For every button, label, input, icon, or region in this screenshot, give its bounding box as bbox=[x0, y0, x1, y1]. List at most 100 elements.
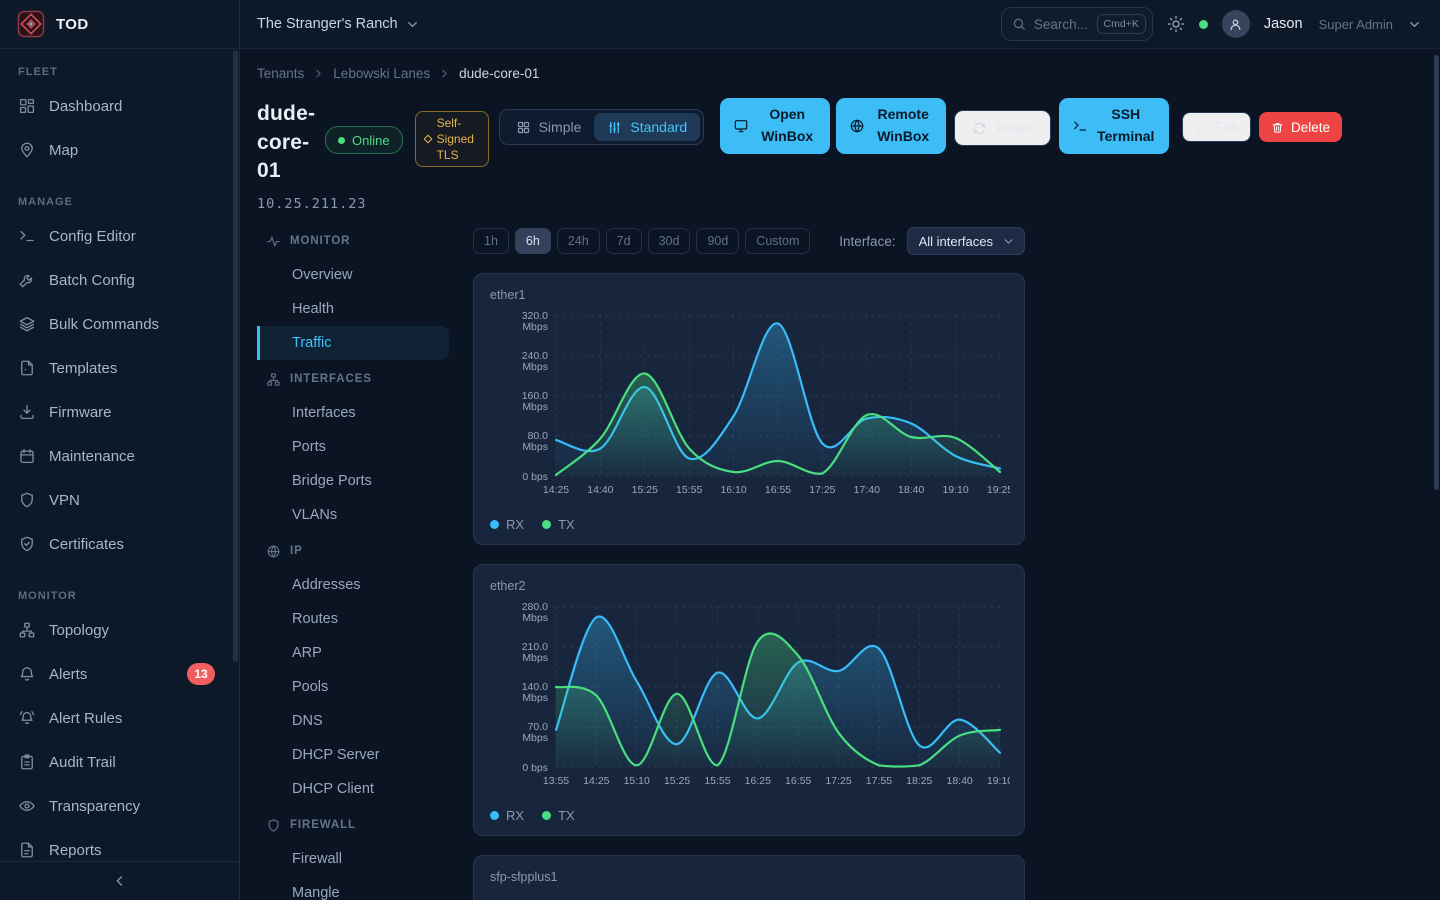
subnav-item-dhcp-server[interactable]: DHCP Server bbox=[257, 738, 449, 772]
subnav-item-bridge-ports[interactable]: Bridge Ports bbox=[257, 464, 449, 498]
edit-button[interactable]: Edit bbox=[1182, 112, 1251, 142]
subnav-item-traffic[interactable]: Traffic bbox=[257, 326, 449, 360]
time-range-6h[interactable]: 6h bbox=[515, 228, 551, 254]
remote-winbox-button[interactable]: Remote WinBox bbox=[836, 98, 946, 154]
sidebar-item-config-editor[interactable]: Config Editor bbox=[16, 214, 239, 258]
svg-text:14:25: 14:25 bbox=[543, 484, 569, 496]
online-dot-icon bbox=[338, 137, 345, 144]
ssh-terminal-button[interactable]: SSH Terminal bbox=[1059, 98, 1169, 154]
subnav-section-label: FIREWALL bbox=[290, 819, 356, 831]
user-icon bbox=[1228, 17, 1243, 32]
time-range-90d[interactable]: 90d bbox=[696, 228, 739, 254]
chart-title: ether2 bbox=[490, 579, 1008, 597]
legend-item-tx[interactable]: TX bbox=[542, 517, 575, 532]
subnav-item-vlans[interactable]: VLANs bbox=[257, 498, 449, 532]
globe-icon bbox=[266, 544, 281, 559]
shield-check-icon bbox=[18, 535, 36, 553]
subnav-item-ports[interactable]: Ports bbox=[257, 430, 449, 464]
subnav-section-interfaces: INTERFACES bbox=[257, 362, 449, 396]
svg-text:18:40: 18:40 bbox=[898, 484, 924, 496]
time-range-7d[interactable]: 7d bbox=[606, 228, 642, 254]
user-menu-chevron-icon[interactable] bbox=[1407, 17, 1422, 32]
time-range-30d[interactable]: 30d bbox=[648, 228, 691, 254]
time-range-1h[interactable]: 1h bbox=[473, 228, 509, 254]
report-icon bbox=[18, 841, 36, 859]
open-winbox-button[interactable]: Open WinBox bbox=[720, 98, 830, 154]
grid-icon bbox=[516, 120, 531, 135]
traffic-chart-plot: 280.0Mbps210.0Mbps140.0Mbps70.0Mbps0 bps… bbox=[490, 597, 1010, 797]
topology-icon bbox=[18, 621, 36, 639]
sidebar-item-label: Dashboard bbox=[49, 98, 122, 115]
button-label: Reset bbox=[996, 120, 1033, 136]
chevron-right-icon bbox=[312, 67, 325, 80]
view-mode-simple[interactable]: Simple bbox=[503, 113, 595, 141]
sidebar-item-batch-config[interactable]: Batch Config bbox=[16, 258, 239, 302]
reset-button[interactable]: Reset bbox=[954, 110, 1051, 146]
subnav-item-addresses[interactable]: Addresses bbox=[257, 568, 449, 602]
app-name: TOD bbox=[56, 16, 89, 33]
legend-dot-icon bbox=[542, 811, 551, 820]
sidebar-item-map[interactable]: Map bbox=[16, 128, 239, 172]
search-input[interactable]: Search... Cmd+K bbox=[1001, 7, 1153, 41]
subnav-item-health[interactable]: Health bbox=[257, 292, 449, 326]
sidebar-item-dashboard[interactable]: Dashboard bbox=[16, 84, 239, 128]
subnav-item-pools[interactable]: Pools bbox=[257, 670, 449, 704]
content-row: MONITOROverviewHealthTrafficINTERFACESIn… bbox=[257, 222, 1416, 900]
subnav-item-arp[interactable]: ARP bbox=[257, 636, 449, 670]
sidebar-item-certificates[interactable]: Certificates bbox=[16, 522, 239, 566]
sidebar-item-bulk-commands[interactable]: Bulk Commands bbox=[16, 302, 239, 346]
subnav-item-interfaces[interactable]: Interfaces bbox=[257, 396, 449, 430]
legend-item-rx[interactable]: RX bbox=[490, 808, 524, 823]
terminal-icon bbox=[18, 227, 36, 245]
subnav-item-mangle[interactable]: Mangle bbox=[257, 876, 449, 900]
sidebar-item-transparency[interactable]: Transparency bbox=[16, 784, 239, 828]
page-scrollbar-thumb[interactable] bbox=[1434, 55, 1439, 490]
tenant-selector[interactable]: The Stranger's Ranch bbox=[257, 16, 420, 32]
sidebar-item-alerts[interactable]: Alerts13 bbox=[16, 652, 239, 696]
device-header: dude-core-01 10.25.211.23 Online Self-Si… bbox=[257, 100, 1416, 212]
sidebar-item-vpn[interactable]: VPN bbox=[16, 478, 239, 522]
breadcrumb-item-lebowski-lanes[interactable]: Lebowski Lanes bbox=[333, 66, 430, 81]
subnav-item-dhcp-client[interactable]: DHCP Client bbox=[257, 772, 449, 806]
sidebar-item-label: Topology bbox=[49, 622, 109, 639]
svg-text:13:55: 13:55 bbox=[543, 775, 569, 787]
subnav-item-overview[interactable]: Overview bbox=[257, 258, 449, 292]
time-range-24h[interactable]: 24h bbox=[557, 228, 600, 254]
sidebar-item-firmware[interactable]: Firmware bbox=[16, 390, 239, 434]
legend-label: TX bbox=[558, 517, 575, 532]
legend-dot-icon bbox=[490, 811, 499, 820]
subnav-item-firewall[interactable]: Firewall bbox=[257, 842, 449, 876]
breadcrumb-item-tenants[interactable]: Tenants bbox=[257, 66, 304, 81]
svg-text:18:25: 18:25 bbox=[906, 775, 932, 787]
time-range-buttons: 1h6h24h7d30d90dCustom bbox=[473, 228, 816, 254]
page-title: dude-core-01 bbox=[257, 100, 315, 186]
sidebar-item-alert-rules[interactable]: Alert Rules bbox=[16, 696, 239, 740]
connection-status-dot bbox=[1199, 20, 1208, 29]
topology-icon bbox=[266, 372, 281, 387]
theme-toggle-sun-icon[interactable] bbox=[1167, 15, 1185, 33]
sidebar-item-topology[interactable]: Topology bbox=[16, 608, 239, 652]
sidebar-item-audit-trail[interactable]: Audit Trail bbox=[16, 740, 239, 784]
chart-title: ether1 bbox=[490, 288, 1008, 306]
sidebar-item-label: Config Editor bbox=[49, 228, 136, 245]
interface-select[interactable]: All interfaces bbox=[907, 227, 1025, 255]
legend-item-rx[interactable]: RX bbox=[490, 517, 524, 532]
view-mode-standard[interactable]: Standard bbox=[594, 113, 700, 141]
svg-text:15:55: 15:55 bbox=[676, 484, 702, 496]
clipboard-icon bbox=[18, 753, 36, 771]
sidebar-item-templates[interactable]: Templates bbox=[16, 346, 239, 390]
subnav-item-routes[interactable]: Routes bbox=[257, 602, 449, 636]
bell-icon bbox=[18, 665, 36, 683]
time-range-custom[interactable]: Custom bbox=[745, 228, 810, 254]
legend-item-tx[interactable]: TX bbox=[542, 808, 575, 823]
sidebar-collapse-button[interactable] bbox=[0, 861, 239, 900]
svg-text:Mbps: Mbps bbox=[522, 692, 548, 704]
avatar[interactable] bbox=[1222, 10, 1250, 38]
subnav-item-dns[interactable]: DNS bbox=[257, 704, 449, 738]
chevron-down-icon bbox=[405, 17, 420, 32]
chevron-right-icon bbox=[438, 67, 451, 80]
delete-button[interactable]: Delete bbox=[1259, 112, 1342, 142]
sidebar-item-maintenance[interactable]: Maintenance bbox=[16, 434, 239, 478]
sidebar-section-label: MONITOR bbox=[18, 588, 239, 604]
sidebar-scrollbar-thumb[interactable] bbox=[233, 50, 238, 662]
